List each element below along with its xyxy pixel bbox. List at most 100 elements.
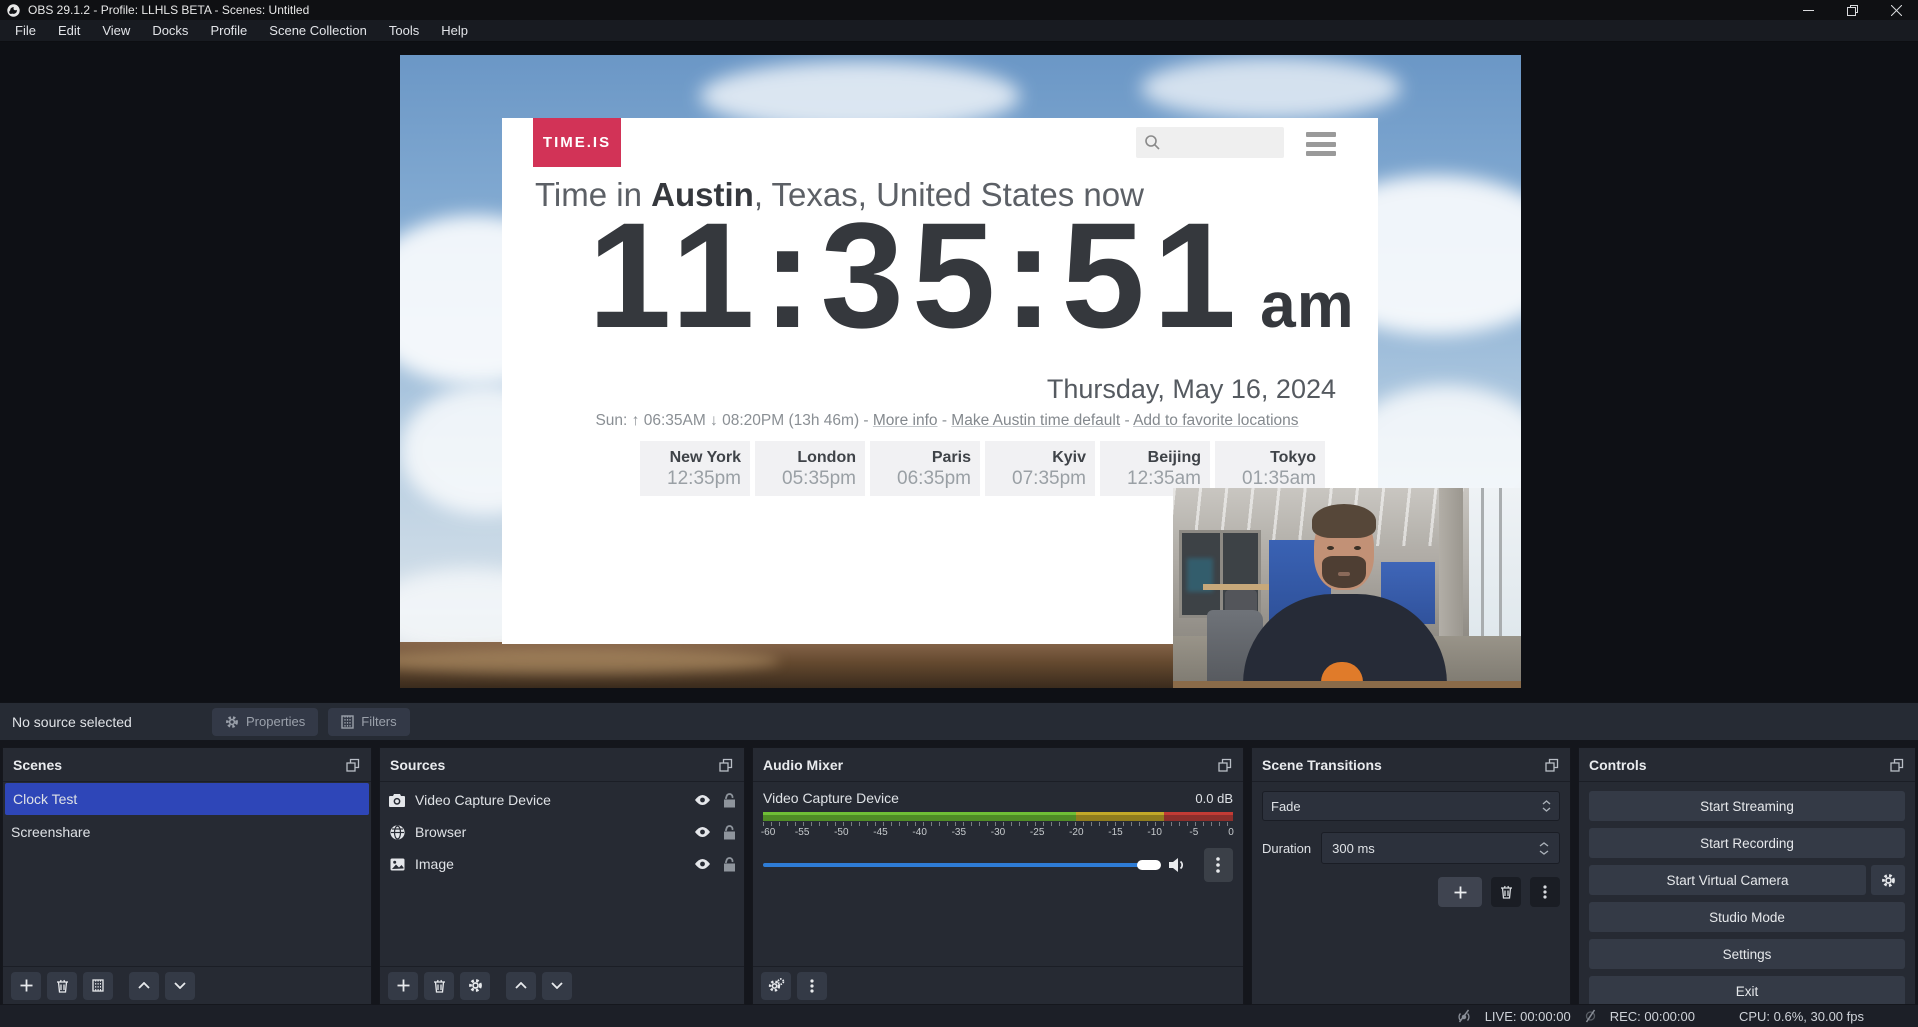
popout-icon[interactable] (718, 757, 734, 773)
eye-icon[interactable] (694, 826, 711, 838)
exit-button[interactable]: Exit (1589, 976, 1905, 1004)
transitions-dock-header[interactable]: Scene Transitions (1252, 748, 1570, 782)
camera-icon (388, 794, 406, 807)
scene-item-clock-test[interactable]: Clock Test (5, 783, 369, 815)
menu-item-profile[interactable]: Profile (199, 20, 258, 41)
add-scene-button[interactable] (11, 972, 41, 1000)
filters-button[interactable]: Filters (328, 708, 409, 736)
city-clock-new-york: New York12:35pm (640, 441, 750, 496)
meter-tick-label: -55 (795, 827, 809, 838)
cloud (1141, 57, 1401, 119)
eye-icon[interactable] (694, 794, 711, 806)
start-streaming-button[interactable]: Start Streaming (1589, 791, 1905, 821)
city-clock-paris: Paris06:35pm (870, 441, 980, 496)
chevron-updown-icon (1542, 800, 1551, 812)
move-scene-up-button[interactable] (129, 972, 159, 1000)
start-virtual-camera-button[interactable]: Start Virtual Camera (1589, 865, 1866, 895)
remove-scene-button[interactable] (47, 972, 77, 1000)
move-scene-down-button[interactable] (165, 972, 195, 1000)
volume-slider[interactable] (763, 863, 1159, 867)
eye-icon[interactable] (694, 858, 711, 870)
image-icon (388, 858, 406, 871)
scene-item-screenshare[interactable]: Screenshare (3, 816, 371, 848)
move-source-up-button[interactable] (506, 972, 536, 1000)
menu-item-file[interactable]: File (4, 20, 47, 41)
preview-area: TIME.IS Time in Austin, Texas, United St… (0, 42, 1918, 702)
transition-menu-button[interactable] (1530, 877, 1560, 907)
status-bar: LIVE: 00:00:00 REC: 00:00:00 CPU: 0.6%, … (0, 1005, 1918, 1027)
remove-transition-button[interactable] (1491, 877, 1521, 907)
add-source-button[interactable] (388, 972, 418, 1000)
sources-toolbar (380, 966, 744, 1004)
menu-item-view[interactable]: View (91, 20, 141, 41)
meter-tick-label: -50 (834, 827, 848, 838)
source-item-video-capture[interactable]: Video Capture Device (380, 784, 744, 816)
source-item-browser[interactable]: Browser (380, 816, 744, 848)
source-item-image[interactable]: Image (380, 848, 744, 880)
meter-tick-label: -35 (952, 827, 966, 838)
volume-slider-handle[interactable] (1137, 860, 1161, 870)
menu-item-help[interactable]: Help (430, 20, 479, 41)
popout-icon[interactable] (1217, 757, 1233, 773)
menu-item-docks[interactable]: Docks (141, 20, 199, 41)
menu-bar: FileEditViewDocksProfileScene Collection… (0, 20, 1918, 42)
record-inactive-icon (1584, 1009, 1597, 1023)
scene-filters-button[interactable] (83, 972, 113, 1000)
menu-item-scene-collection[interactable]: Scene Collection (258, 20, 378, 41)
timeis-search-box (1136, 127, 1284, 158)
source-toolbar: No source selected Properties Filters (0, 702, 1918, 740)
speaker-icon[interactable] (1169, 857, 1188, 873)
menu-item-tools[interactable]: Tools (378, 20, 430, 41)
source-properties-button[interactable] (460, 972, 490, 1000)
add-transition-button[interactable] (1438, 877, 1482, 907)
unlock-icon[interactable] (723, 793, 736, 808)
controls-dock-header[interactable]: Controls (1579, 748, 1915, 782)
advanced-audio-button[interactable] (761, 972, 791, 1000)
properties-button[interactable]: Properties (212, 708, 318, 736)
meter-tick-label: -45 (873, 827, 887, 838)
sources-dock: Sources Video Capture Device Browser (379, 747, 745, 1005)
remove-source-button[interactable] (424, 972, 454, 1000)
meter-tick-label: -5 (1189, 827, 1198, 838)
unlock-icon[interactable] (723, 857, 736, 872)
obs-logo-icon (7, 4, 20, 17)
close-button[interactable] (1874, 0, 1918, 20)
meter-tick-label: -10 (1147, 827, 1161, 838)
unlock-icon[interactable] (723, 825, 736, 840)
rec-time: REC: 00:00:00 (1610, 1009, 1695, 1024)
mixer-options-button[interactable] (1204, 848, 1233, 882)
move-source-down-button[interactable] (542, 972, 572, 1000)
scenes-toolbar (3, 966, 371, 1004)
sources-dock-header[interactable]: Sources (380, 748, 744, 782)
controls-dock: Controls Start Streaming Start Recording… (1578, 747, 1916, 1005)
spinner-arrows-icon[interactable] (1539, 842, 1549, 855)
scenes-dock-header[interactable]: Scenes (3, 748, 371, 782)
audio-mixer-dock-header[interactable]: Audio Mixer (753, 748, 1243, 782)
minimize-button[interactable] (1786, 0, 1830, 20)
title-bar[interactable]: OBS 29.1.2 - Profile: LLHLS BETA - Scene… (0, 0, 1918, 20)
program-canvas[interactable]: TIME.IS Time in Austin, Texas, United St… (400, 55, 1521, 688)
restore-button[interactable] (1830, 0, 1874, 20)
clock-digits: 11:35:51 (588, 216, 1244, 334)
popout-icon[interactable] (1889, 757, 1905, 773)
mixer-toolbar (753, 966, 1243, 1004)
scene-transitions-dock: Scene Transitions Fade Duration 300 ms (1251, 747, 1571, 1005)
meter-tick-label: -60 (761, 827, 775, 838)
mixer-channel-name: Video Capture Device (763, 790, 899, 806)
mixer-menu-button[interactable] (797, 972, 827, 1000)
menu-item-edit[interactable]: Edit (47, 20, 91, 41)
settings-button[interactable]: Settings (1589, 939, 1905, 969)
meter-tick-label: -30 (991, 827, 1005, 838)
mixer-channel-level: 0.0 dB (1195, 791, 1233, 806)
meter-tick-label: -25 (1030, 827, 1044, 838)
start-recording-button[interactable]: Start Recording (1589, 828, 1905, 858)
popout-icon[interactable] (1544, 757, 1560, 773)
virtual-camera-config-button[interactable] (1871, 865, 1905, 895)
transition-select[interactable]: Fade (1262, 791, 1560, 821)
duration-input[interactable]: 300 ms (1321, 832, 1560, 864)
meter-tickmarks (763, 822, 1233, 826)
add-favorite-link: Add to favorite locations (1133, 412, 1298, 429)
studio-mode-button[interactable]: Studio Mode (1589, 902, 1905, 932)
timeis-logo: TIME.IS (533, 118, 621, 167)
popout-icon[interactable] (345, 757, 361, 773)
